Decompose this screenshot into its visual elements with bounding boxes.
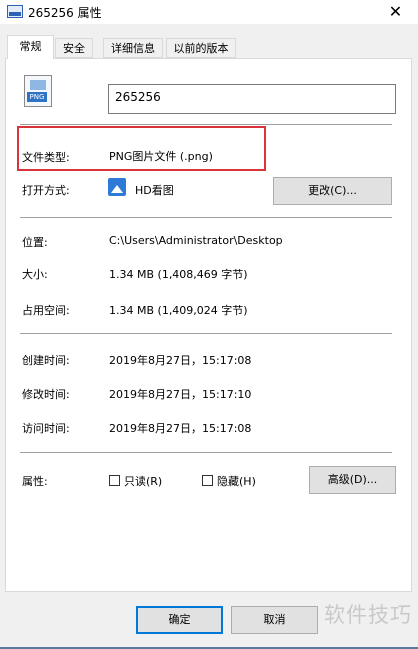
hidden-label[interactable]: 隐藏(H): [217, 473, 256, 489]
file-type-highlight: [17, 126, 266, 171]
location-value: C:\Users\Administrator\Desktop: [109, 234, 283, 247]
window-title: 265256 属性: [28, 6, 102, 20]
advanced-button[interactable]: 高级(D)...: [309, 466, 396, 494]
separator: [20, 452, 392, 453]
cancel-button[interactable]: 取消: [231, 606, 318, 634]
created-value: 2019年8月27日，15:17:08: [109, 354, 252, 367]
size-value: 1.34 MB (1,408,469 字节): [109, 268, 248, 281]
tab-previous-versions[interactable]: 以前的版本: [166, 38, 236, 58]
readonly-label[interactable]: 只读(R): [124, 473, 162, 489]
separator: [20, 217, 392, 218]
hidden-checkbox[interactable]: [202, 475, 213, 486]
open-with-value: HD看图: [135, 184, 174, 197]
image-viewer-icon: [108, 178, 126, 196]
size-on-disk-value: 1.34 MB (1,409,024 字节): [109, 304, 248, 317]
tab-general[interactable]: 常规: [7, 35, 54, 59]
accessed-label: 访问时间:: [22, 422, 70, 435]
modified-value: 2019年8月27日，15:17:10: [109, 388, 252, 401]
separator: [20, 124, 392, 125]
file-badge: PNG: [27, 92, 47, 102]
change-button[interactable]: 更改(C)...: [273, 177, 392, 205]
ok-button[interactable]: 确定: [136, 606, 223, 634]
separator: [20, 333, 392, 334]
file-name-field[interactable]: 265256: [108, 84, 396, 114]
created-label: 创建时间:: [22, 354, 70, 367]
title-bar: 265256 属性 ✕: [0, 0, 418, 24]
tab-security[interactable]: 安全: [55, 38, 93, 58]
attributes-label: 属性:: [22, 475, 48, 488]
open-with-label: 打开方式:: [22, 184, 70, 197]
tab-details[interactable]: 详细信息: [103, 38, 163, 58]
size-label: 大小:: [22, 268, 48, 281]
size-on-disk-label: 占用空间:: [22, 304, 70, 317]
modified-label: 修改时间:: [22, 388, 70, 401]
accessed-value: 2019年8月27日，15:17:08: [109, 422, 252, 435]
png-file-icon: PNG: [24, 75, 52, 107]
location-label: 位置:: [22, 236, 48, 249]
window-icon: [7, 5, 23, 18]
watermark-text: 软件技巧: [324, 603, 412, 627]
close-button[interactable]: ✕: [373, 0, 418, 24]
readonly-checkbox[interactable]: [109, 475, 120, 486]
